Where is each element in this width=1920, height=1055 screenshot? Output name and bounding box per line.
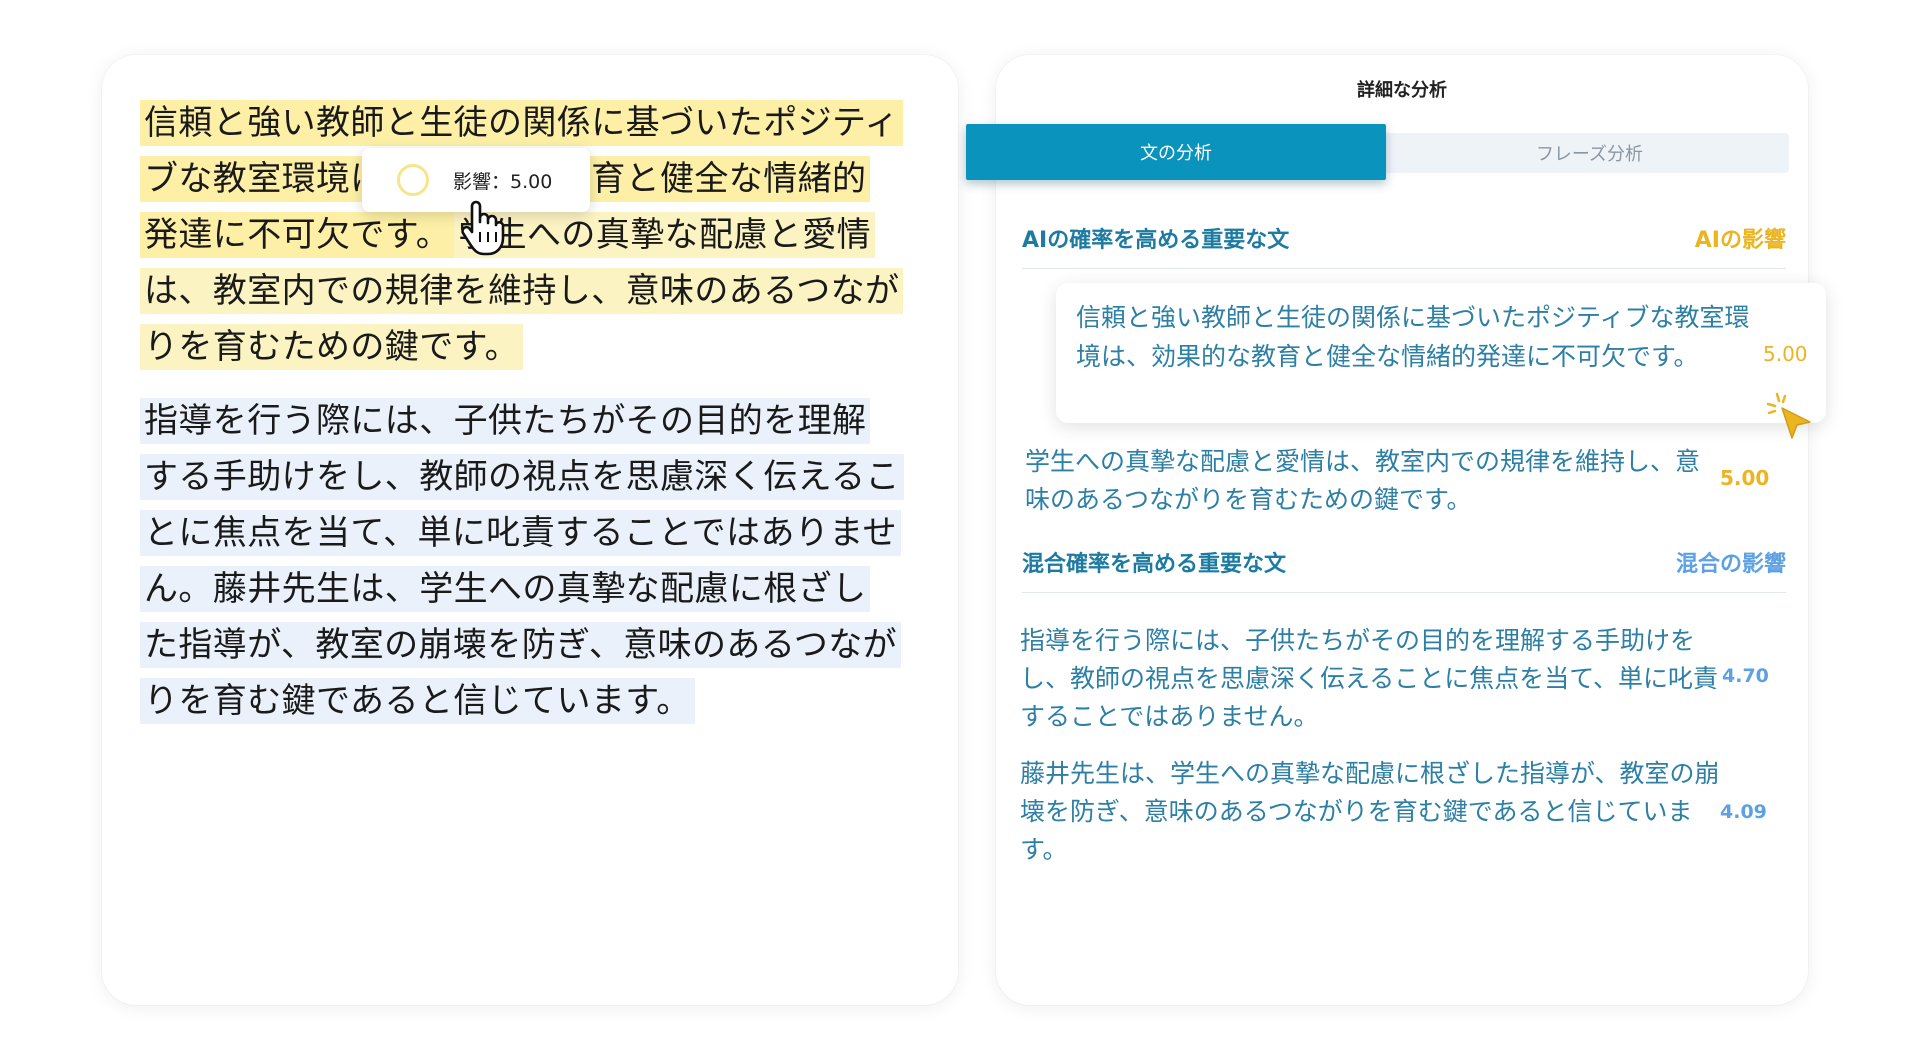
arrow-cursor-icon [1766, 392, 1811, 439]
tooltip-text: 影響：5.00 [453, 170, 553, 193]
ai-score-2: 5.00 [1720, 466, 1770, 490]
mixed-sentence-row-1[interactable]: 指導を行う際には、子供たちがその目的を理解する手助けをし、教師の視点を思慮深く伝… [1020, 622, 1720, 736]
mixed-impact-label: 混合の影響 [1675, 552, 1786, 577]
mixed-sentence-row-2[interactable]: 藤井先生は、学生への真摯な配慮に根ざした指導が、教室の崩壊を防ぎ、意味のあるつな… [1020, 755, 1720, 869]
paragraph-ai: 信頼と強い教師と生徒の関係に基づいたポジティブな教室環境は、効果的な教育と健全な… [140, 95, 904, 375]
ai-impact-label: AIの影響 [1694, 228, 1786, 253]
tab-phrase-analysis[interactable]: フレーズ分析 [1390, 133, 1789, 173]
mixed-section-title: 混合確率を高める重要な文 [1022, 552, 1287, 577]
tab-sentence-analysis[interactable]: 文の分析 [966, 124, 1386, 180]
highlight-sentence-mixed[interactable]: 指導を行う際には、子供たちがその目的を理解する手助けをし、教師の視点を思慮深く伝… [140, 398, 904, 724]
mixed-section-header: 混合確率を高める重要な文 混合の影響 [1022, 546, 1786, 593]
mixed-score-2: 4.09 [1720, 801, 1767, 823]
paragraph-mixed: 指導を行う際には、子供たちがその目的を理解する手助けをし、教師の視点を思慮深く伝… [140, 393, 904, 729]
ring-icon [397, 164, 429, 196]
ai-section-header: AIの確率を高める重要な文 AIの影響 [1022, 222, 1786, 269]
ai-sentence-row-2[interactable]: 学生への真摯な配慮と愛情は、教室内での規律を維持し、意味のあるつながりを育むため… [1025, 443, 1705, 519]
ai-sentence-row-1[interactable]: 信頼と強い教師と生徒の関係に基づいたポジティブな教室環境は、効果的な教育と健全な… [1076, 298, 1756, 376]
ai-section-title: AIの確率を高める重要な文 [1022, 228, 1290, 253]
mixed-score-1: 4.70 [1722, 665, 1769, 687]
hand-cursor-icon [461, 200, 505, 256]
panel-title: 詳細な分析 [1357, 80, 1447, 101]
ai-score-1: 5.00 [1763, 342, 1808, 366]
